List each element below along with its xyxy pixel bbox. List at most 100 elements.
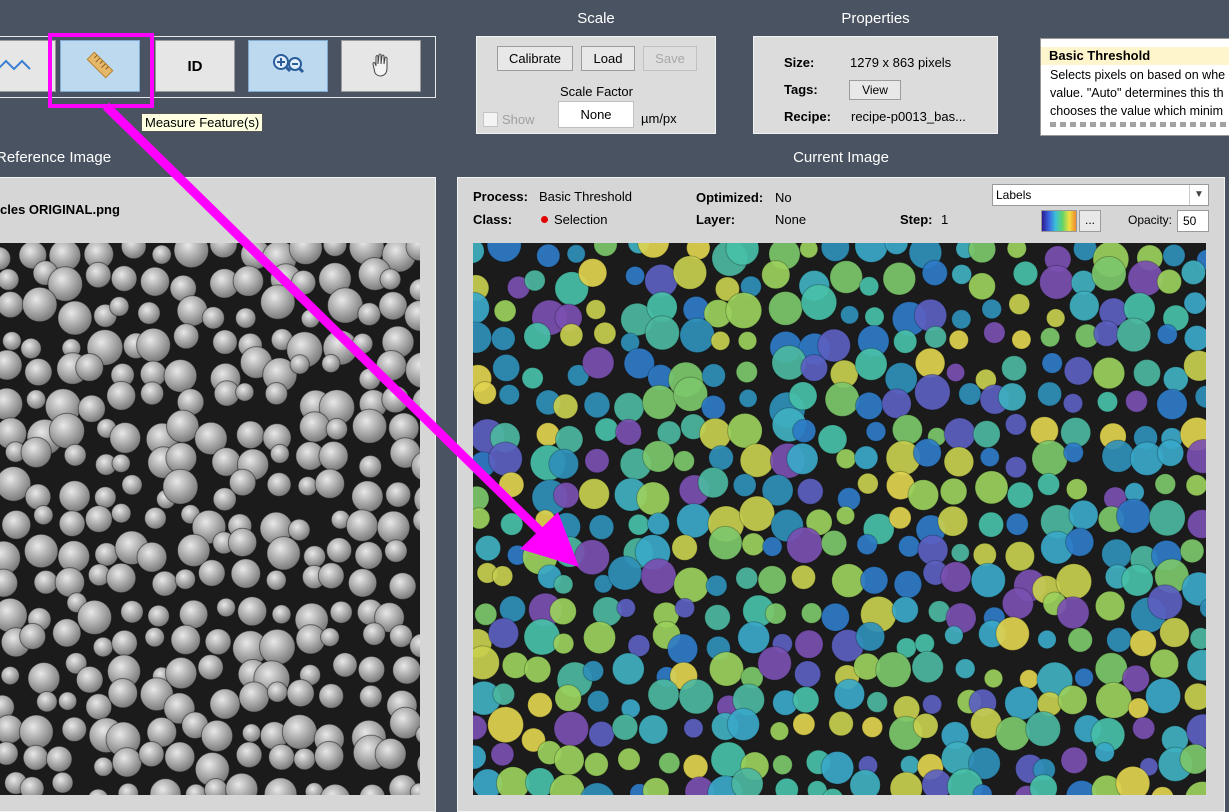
particle	[200, 719, 234, 753]
particle	[412, 509, 420, 532]
particle	[111, 629, 138, 657]
current-image[interactable]	[473, 243, 1206, 795]
particle	[266, 472, 292, 497]
particle	[111, 503, 132, 524]
opacity-field[interactable]: 50	[1177, 210, 1209, 232]
opacity-label: Opacity:	[1128, 213, 1173, 227]
particle	[552, 632, 575, 655]
particle	[855, 621, 886, 652]
particle	[225, 772, 259, 795]
particle	[972, 420, 1001, 449]
current-labeled-particles	[473, 243, 1206, 795]
particle	[647, 512, 670, 536]
particle	[593, 243, 618, 257]
particle	[88, 788, 109, 795]
particle	[674, 597, 696, 619]
reference-image[interactable]	[0, 243, 420, 795]
view-tags-button[interactable]: View	[849, 80, 901, 100]
particle	[708, 445, 734, 471]
particle	[638, 714, 669, 745]
particle	[972, 542, 997, 567]
particle	[259, 628, 296, 666]
particle	[788, 381, 818, 411]
particle	[198, 559, 226, 587]
particle	[27, 662, 61, 695]
particle	[498, 471, 525, 498]
particle	[352, 408, 388, 444]
particle	[473, 291, 490, 325]
line-profile-icon	[0, 53, 36, 80]
particle	[1145, 678, 1182, 714]
particle	[921, 769, 953, 795]
pan-button[interactable]	[341, 40, 421, 92]
zoom-button[interactable]	[248, 40, 328, 92]
help-line-2: value. "Auto" determines this th	[1050, 86, 1224, 100]
particle	[549, 597, 577, 626]
particle	[416, 754, 420, 774]
show-checkbox[interactable]	[483, 112, 498, 127]
particle	[354, 541, 383, 570]
particle	[958, 382, 982, 406]
scale-unit: µm/px	[641, 111, 677, 126]
particle	[473, 714, 488, 741]
particle	[574, 539, 610, 576]
particle	[1183, 325, 1206, 352]
save-button[interactable]: Save	[643, 46, 697, 71]
particle	[924, 325, 948, 349]
particle	[209, 688, 241, 720]
particle	[585, 299, 607, 320]
particle	[109, 422, 142, 454]
particle	[1025, 711, 1061, 747]
particle	[615, 418, 642, 446]
particle	[983, 321, 1006, 344]
particle	[1011, 329, 1032, 350]
particle	[1065, 478, 1088, 501]
particle	[683, 718, 704, 739]
particle	[761, 260, 791, 290]
particle	[578, 478, 610, 510]
colormap-swatch[interactable]	[1041, 210, 1077, 232]
particle	[864, 306, 885, 327]
particle	[1095, 681, 1133, 719]
scale-factor-field[interactable]: None	[558, 101, 634, 128]
id-button[interactable]: ID	[155, 40, 235, 92]
particle	[327, 287, 364, 324]
step-label: Step:	[900, 212, 933, 227]
calibrate-button[interactable]: Calibrate	[497, 46, 573, 71]
particle	[1008, 293, 1031, 315]
particle	[523, 655, 552, 684]
particle	[559, 323, 584, 347]
particle	[866, 691, 889, 713]
class-value: Selection	[554, 212, 608, 227]
particle	[33, 505, 54, 526]
particle	[552, 481, 580, 509]
particle	[164, 741, 196, 773]
particle	[1046, 308, 1066, 328]
particle	[45, 745, 73, 773]
particle	[185, 783, 207, 795]
particle	[794, 629, 824, 659]
particle	[607, 555, 643, 591]
load-button[interactable]: Load	[581, 46, 635, 71]
particle	[527, 692, 553, 718]
particle	[710, 330, 731, 351]
particle	[584, 752, 609, 777]
colormap-more-button[interactable]: ...	[1079, 210, 1101, 232]
particle	[389, 624, 413, 648]
particle	[0, 666, 20, 686]
particle	[1179, 538, 1205, 564]
particle	[943, 446, 975, 478]
particle	[697, 466, 729, 499]
particle	[162, 468, 199, 505]
overlay-select[interactable]: Labels ▼	[992, 184, 1209, 206]
particle	[625, 265, 646, 286]
particle	[173, 243, 210, 269]
particle	[18, 714, 54, 750]
particle	[235, 382, 255, 402]
particle	[473, 321, 493, 354]
show-label: Show	[502, 112, 535, 127]
particle	[375, 350, 407, 382]
particle	[768, 291, 803, 326]
particle	[498, 384, 520, 406]
particle	[704, 604, 731, 631]
